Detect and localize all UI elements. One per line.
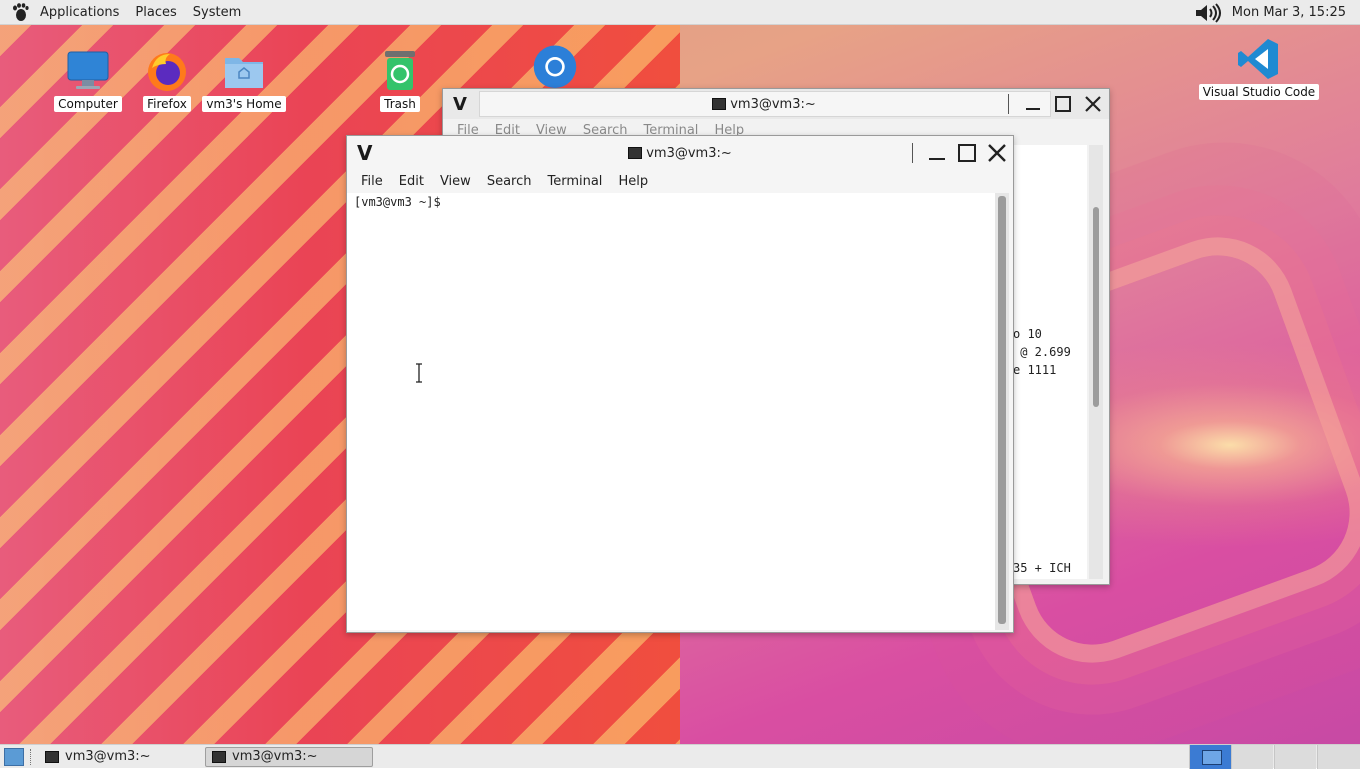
window-titlebar[interactable]: V vm3@vm3:~: [443, 89, 1109, 119]
taskbar-item-label: vm3@vm3:~: [65, 749, 151, 764]
maximize-button[interactable]: [1051, 92, 1075, 116]
menu-view[interactable]: View: [432, 174, 479, 189]
scrollbar[interactable]: [1089, 145, 1103, 579]
shell-prompt: [vm3@vm3 ~]$: [354, 195, 441, 209]
menu-edit[interactable]: Edit: [391, 174, 432, 189]
menu-file[interactable]: File: [353, 174, 391, 189]
firefox-icon: [144, 48, 190, 94]
terminal-window-front[interactable]: V vm3@vm3:~ File Edit View Search Termin…: [346, 135, 1014, 633]
close-button[interactable]: [985, 141, 1009, 165]
terminal-icon: [45, 750, 59, 763]
menu-help[interactable]: Help: [610, 174, 656, 189]
clock[interactable]: Mon Mar 3, 15:25: [1232, 5, 1346, 20]
top-panel: Applications Places System Mon Mar 3, 15…: [0, 0, 1360, 25]
desktop-icon-label: vm3's Home: [202, 96, 286, 112]
taskbar-item-label: vm3@vm3:~: [232, 749, 318, 764]
terminal-output[interactable]: [vm3@vm3 ~]$: [347, 193, 995, 630]
workspace-1[interactable]: [1189, 745, 1231, 769]
terminal-icon: [712, 98, 727, 110]
vscode-icon: [1236, 36, 1282, 82]
menu-places[interactable]: Places: [127, 5, 184, 20]
scrollbar-thumb[interactable]: [1093, 207, 1099, 407]
menu-search[interactable]: Search: [479, 174, 540, 189]
trash-icon: [377, 48, 423, 94]
menu-system[interactable]: System: [185, 5, 249, 20]
scrollbar-thumb[interactable]: [998, 196, 1006, 624]
desktop-icon-label: Trash: [380, 96, 420, 112]
menu-terminal[interactable]: Terminal: [539, 174, 610, 189]
workspace-4[interactable]: [1317, 745, 1360, 769]
show-desktop-icon[interactable]: [4, 747, 24, 766]
desktop-icon-label: Firefox: [143, 96, 191, 112]
output-line: e 1111: [1013, 363, 1057, 377]
desktop-icon-label: Visual Studio Code: [1198, 84, 1320, 100]
menubar: File Edit View Search Terminal Help: [347, 170, 1013, 192]
minimize-button[interactable]: [1021, 92, 1045, 116]
output-line: o 10: [1013, 327, 1042, 341]
desktop-icon-computer[interactable]: Computer: [43, 48, 133, 112]
chrome-icon: [532, 42, 578, 88]
maximize-button[interactable]: [955, 141, 979, 165]
desktop-icon-label: Computer: [54, 96, 122, 112]
terminal-icon: [628, 147, 643, 159]
taskbar-item-active[interactable]: vm3@vm3:~: [205, 746, 373, 767]
terminal-icon: [212, 750, 226, 763]
workspace-2[interactable]: [1231, 745, 1273, 769]
bottom-panel: vm3@vm3:~ vm3@vm3:~: [0, 744, 1360, 769]
home-folder-icon: [221, 48, 267, 94]
desktop-icon-chrome[interactable]: [510, 42, 600, 88]
workspace-3[interactable]: [1274, 745, 1316, 769]
gnome-foot-icon[interactable]: [10, 2, 30, 22]
output-line: @ 2.699: [1013, 345, 1071, 359]
panel-separator: [30, 748, 33, 765]
window-menu-icon[interactable]: V: [453, 94, 467, 115]
desktop-icon-trash[interactable]: Trash: [355, 48, 445, 112]
volume-icon[interactable]: [1194, 2, 1224, 23]
computer-icon: [65, 48, 111, 94]
scrollbar[interactable]: [995, 193, 1009, 630]
window-titlebar[interactable]: V vm3@vm3:~: [347, 136, 1013, 170]
close-button[interactable]: [1081, 92, 1105, 116]
desktop-icon-home[interactable]: vm3's Home: [199, 48, 289, 112]
window-title: vm3@vm3:~: [479, 97, 1049, 112]
minimize-button[interactable]: [925, 141, 949, 165]
text-cursor-icon: [416, 363, 422, 383]
output-line: 35 + ICH: [1013, 561, 1071, 575]
taskbar-item[interactable]: vm3@vm3:~: [39, 747, 199, 767]
desktop-icon-vscode[interactable]: Visual Studio Code: [1198, 36, 1320, 100]
menu-applications[interactable]: Applications: [32, 5, 127, 20]
